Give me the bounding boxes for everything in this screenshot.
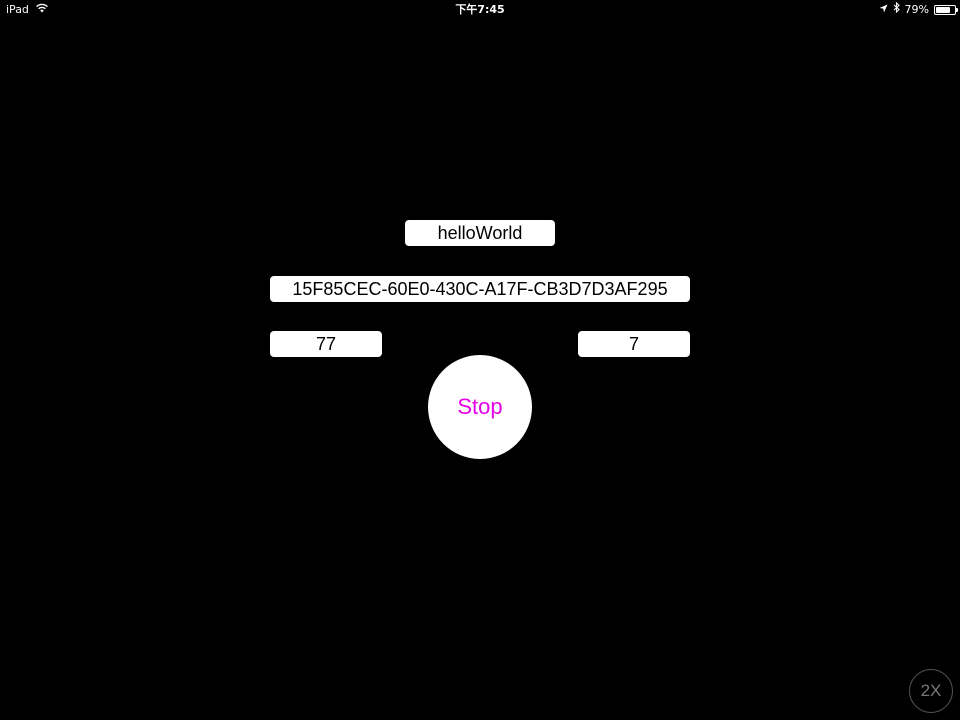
app-screen: iPad 下午7:45 79% helloWorld 15F85CEC-60E0…: [0, 0, 960, 720]
status-bar: iPad 下午7:45 79%: [0, 0, 960, 20]
bluetooth-icon: [893, 0, 900, 20]
title-field[interactable]: helloWorld: [405, 220, 555, 246]
location-arrow-icon: [878, 0, 888, 20]
stop-button-label: Stop: [457, 394, 503, 419]
status-time: 下午7:45: [455, 3, 505, 16]
zoom-button-label: 2X: [920, 681, 942, 700]
battery-percent: 79%: [904, 3, 929, 16]
zoom-2x-button[interactable]: 2X: [909, 669, 953, 713]
status-right: 79%: [878, 0, 958, 20]
battery-icon: [934, 5, 958, 15]
battery-nub: [956, 8, 958, 12]
battery-level-fill: [936, 7, 951, 13]
right-value-field[interactable]: 7: [578, 331, 690, 357]
uuid-field[interactable]: 15F85CEC-60E0-430C-A17F-CB3D7D3AF295: [270, 276, 690, 302]
left-value-field[interactable]: 77: [270, 331, 382, 357]
stop-button[interactable]: Stop: [428, 355, 532, 459]
